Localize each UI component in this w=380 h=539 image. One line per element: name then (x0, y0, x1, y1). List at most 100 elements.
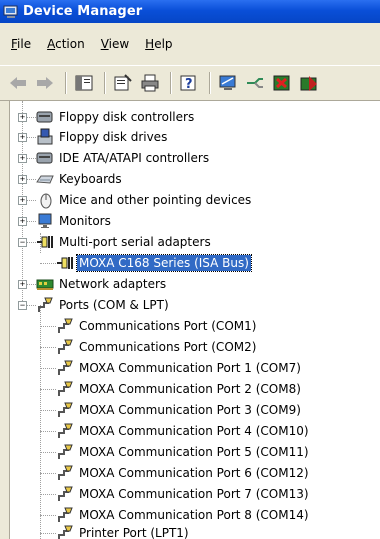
tree-item-keyboards[interactable]: Keyboards (36, 169, 124, 189)
expand-toggle[interactable]: + (18, 196, 27, 205)
tree-connector (40, 347, 56, 348)
tree-connector (40, 452, 56, 453)
tree-item-label: MOXA Communication Port 7 (COM13) (79, 487, 309, 501)
port-icon (56, 401, 74, 419)
controller-icon (36, 108, 54, 126)
tree-connector (40, 410, 56, 411)
tree-connector (40, 326, 56, 327)
tree-item-floppy-drives[interactable]: Floppy disk drives (36, 127, 169, 147)
tree-item-port[interactable]: MOXA Communication Port 3 (COM9) (56, 400, 303, 420)
tree-item-label: Network adapters (59, 277, 167, 291)
menu-bar: File Action View Help (0, 23, 380, 65)
properties-icon[interactable] (111, 71, 135, 95)
serial-adapter-icon (36, 233, 54, 251)
tree-item-monitors[interactable]: Monitors (36, 211, 113, 231)
port-icon (56, 506, 74, 524)
tree-item-port[interactable]: Communications Port (COM1) (56, 316, 258, 336)
toolbar-separator (104, 72, 106, 94)
toolbar-separator (170, 72, 172, 94)
menu-file[interactable]: File (3, 37, 39, 51)
tree-item-label: Communications Port (COM1) (79, 319, 257, 333)
tree-item-port[interactable]: MOXA Communication Port 4 (COM10) (56, 421, 311, 441)
network-card-icon (36, 275, 54, 293)
tree-item-network-adapters[interactable]: Network adapters (36, 274, 168, 294)
window-title: Device Manager (23, 4, 143, 19)
monitor-icon (36, 212, 54, 230)
tree-item-floppy-controllers[interactable]: Floppy disk controllers (36, 107, 196, 127)
port-icon (56, 485, 74, 503)
expand-toggle[interactable]: + (18, 175, 27, 184)
device-manager-icon (3, 4, 19, 20)
tree-item-ports[interactable]: Ports (COM & LPT) (36, 295, 171, 315)
tree-item-port[interactable]: MOXA Communication Port 1 (COM7) (56, 358, 303, 378)
tree-connector (40, 515, 56, 516)
controller-icon (36, 149, 54, 167)
tree-item-label: Ports (COM & LPT) (59, 298, 169, 312)
title-bar[interactable]: Device Manager (0, 0, 380, 23)
tree-connector (40, 431, 56, 432)
toolbar: ? (0, 65, 380, 101)
port-icon (56, 443, 74, 461)
expand-toggle[interactable]: + (18, 217, 27, 226)
tree-item-port[interactable]: MOXA Communication Port 5 (COM11) (56, 442, 311, 462)
port-icon (56, 422, 74, 440)
tree-item-ide-controllers[interactable]: IDE ATA/ATAPI controllers (36, 148, 211, 168)
forward-arrow-icon[interactable] (33, 71, 57, 95)
tree-item-port[interactable]: Communications Port (COM2) (56, 337, 258, 357)
tree-item-port[interactable]: MOXA Communication Port 7 (COM13) (56, 484, 311, 504)
update-driver-icon[interactable] (243, 71, 267, 95)
tree-item-label: Mice and other pointing devices (59, 193, 252, 207)
tree-item-serial-adapters[interactable]: Multi-port serial adapters (36, 232, 213, 252)
tree-item-port[interactable]: MOXA Communication Port 2 (COM8) (56, 379, 303, 399)
expand-toggle[interactable]: + (18, 113, 27, 122)
tree-connector (40, 305, 41, 539)
tree-connector (40, 533, 56, 534)
tree-item-port[interactable]: MOXA Communication Port 8 (COM14) (56, 505, 311, 525)
tree-item-label: MOXA Communication Port 4 (COM10) (79, 424, 309, 438)
tree-connector (40, 263, 56, 264)
tree-item-label: Multi-port serial adapters (59, 235, 211, 249)
menu-action[interactable]: Action (39, 37, 93, 51)
back-arrow-icon[interactable] (6, 71, 30, 95)
tree-item-port[interactable]: MOXA Communication Port 6 (COM12) (56, 463, 311, 483)
floppy-drive-icon (36, 128, 54, 146)
menu-help[interactable]: Help (137, 37, 180, 51)
collapse-toggle[interactable]: − (18, 238, 27, 247)
tree-left-border (0, 101, 10, 539)
tree-item-label: MOXA Communication Port 8 (COM14) (79, 508, 309, 522)
port-icon (56, 524, 74, 539)
help-icon[interactable]: ? (177, 71, 201, 95)
tree-item-moxa-c168[interactable]: MOXA C168 Series (ISA Bus) (56, 253, 252, 273)
tree-item-label: MOXA Communication Port 5 (COM11) (79, 445, 309, 459)
menu-view[interactable]: View (93, 37, 137, 51)
tree-item-label: MOXA Communication Port 6 (COM12) (79, 466, 309, 480)
tree-connector (40, 494, 56, 495)
port-icon (56, 359, 74, 377)
toolbar-separator (209, 72, 211, 94)
print-icon[interactable] (138, 71, 162, 95)
tree-item-mice[interactable]: Mice and other pointing devices (36, 190, 253, 210)
port-icon (56, 338, 74, 356)
monitor-scan-icon[interactable] (216, 71, 240, 95)
tree-connector (40, 368, 56, 369)
disable-icon[interactable] (297, 71, 321, 95)
collapse-toggle[interactable]: − (18, 301, 27, 310)
toolbar-separator (65, 72, 67, 94)
tree-item-label: MOXA C168 Series (ISA Bus) (76, 254, 252, 272)
expand-toggle[interactable]: + (18, 133, 27, 142)
tree-item-label: Floppy disk controllers (59, 110, 195, 124)
uninstall-icon[interactable] (270, 71, 294, 95)
tree-item-label: MOXA Communication Port 2 (COM8) (79, 382, 301, 396)
svg-text:?: ? (185, 77, 193, 92)
tree-item-label: IDE ATA/ATAPI controllers (59, 151, 210, 165)
port-icon (56, 380, 74, 398)
expand-toggle[interactable]: + (18, 280, 27, 289)
expand-toggle[interactable]: + (18, 154, 27, 163)
keyboard-icon (36, 170, 54, 188)
device-tree[interactable]: + Floppy disk controllers + Floppy disk … (0, 101, 380, 539)
mouse-icon (36, 191, 54, 209)
tree-item-port[interactable]: Printer Port (LPT1) (56, 523, 191, 539)
console-tree-icon[interactable] (72, 71, 96, 95)
tree-connector (40, 389, 56, 390)
serial-adapter-icon (56, 254, 74, 272)
